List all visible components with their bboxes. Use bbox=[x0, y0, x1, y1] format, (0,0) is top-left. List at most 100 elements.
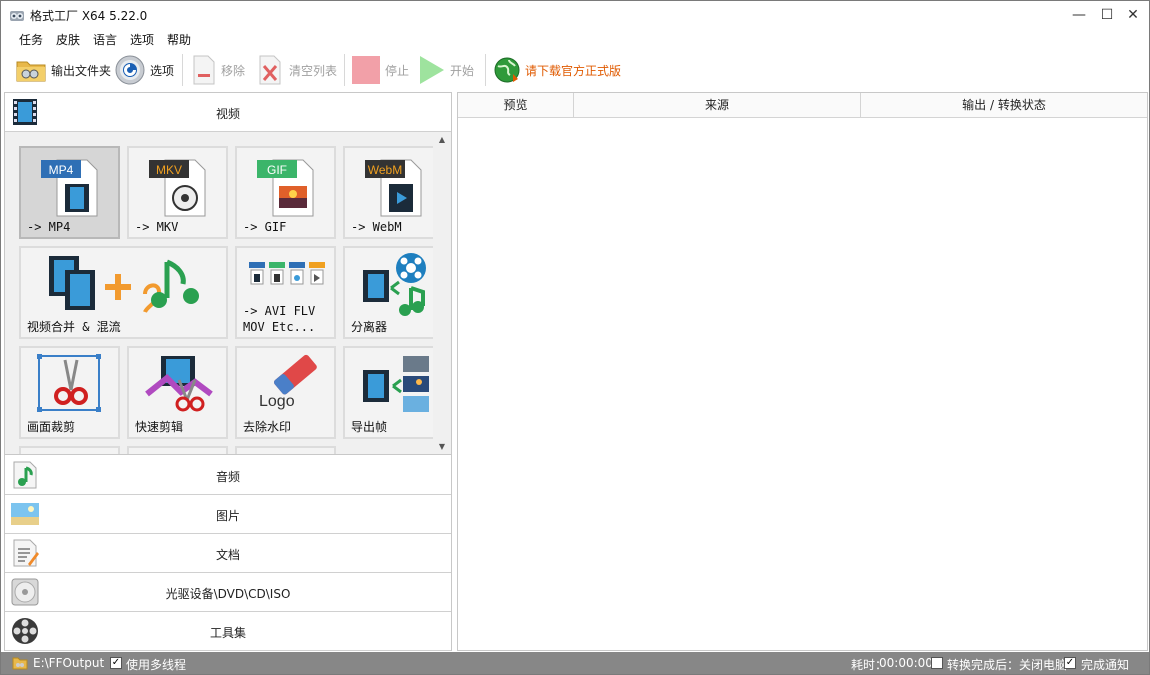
toolbar-separator bbox=[182, 54, 183, 86]
toolbar-separator bbox=[485, 54, 486, 86]
output-folder-label: 输出文件夹 bbox=[51, 63, 112, 78]
multithread-label: 使用多线程 bbox=[126, 658, 187, 672]
minimize-button[interactable]: — bbox=[1065, 1, 1093, 29]
category-tools-label: 工具集 bbox=[209, 626, 246, 640]
category-image[interactable]: 图片 bbox=[5, 495, 451, 534]
tile-export-frames[interactable]: 导出帧 bbox=[343, 346, 435, 439]
tile-remove-watermark-label: 去除水印 bbox=[243, 420, 292, 434]
category-panel: 视频 MP4 -> MP4 MKV -> MKV GIF -> GIF WebM… bbox=[4, 92, 452, 651]
mp4-file-icon: MP4 bbox=[41, 159, 98, 217]
crop-scissors-icon bbox=[37, 354, 101, 412]
category-image-label: 图片 bbox=[215, 509, 240, 523]
category-audio-label: 音频 bbox=[215, 470, 240, 484]
gif-file-icon: GIF bbox=[257, 159, 314, 217]
column-output-status[interactable]: 输出 / 转换状态 bbox=[861, 93, 1147, 117]
menu-language[interactable]: 语言 bbox=[93, 31, 117, 48]
tile-splitter-label: 分离器 bbox=[351, 320, 388, 334]
tile-quick-cut-label: 快速剪辑 bbox=[135, 420, 184, 434]
stop-button[interactable]: 停止 bbox=[351, 54, 409, 86]
tile-crop[interactable]: 画面裁剪 bbox=[19, 346, 120, 439]
tile-to-avi-flv-mov[interactable]: -> AVI FLV MOV Etc... bbox=[235, 246, 336, 339]
clear-list-button[interactable]: 清空列表 bbox=[257, 54, 337, 86]
column-preview[interactable]: 预览 bbox=[458, 93, 574, 117]
tile-remove-watermark[interactable]: Logo 去除水印 bbox=[235, 346, 336, 439]
app-logo-icon bbox=[10, 11, 24, 21]
logo-art-text: Logo bbox=[259, 393, 295, 410]
mkv-file-icon: MKV bbox=[149, 159, 206, 217]
window-title: 格式工厂 X64 5.22.0 bbox=[30, 9, 148, 23]
play-icon bbox=[420, 56, 444, 84]
quick-cut-icon bbox=[145, 356, 213, 412]
tile-to-gif-label: -> GIF bbox=[243, 220, 287, 234]
menu-skin[interactable]: 皮肤 bbox=[56, 31, 80, 48]
tile-next-row[interactable] bbox=[127, 446, 228, 454]
menu-options[interactable]: 选项 bbox=[130, 31, 154, 48]
category-tools[interactable]: 工具集 bbox=[5, 612, 451, 651]
multithread-checkbox[interactable]: ✓ bbox=[110, 657, 122, 669]
scroll-down-icon[interactable]: ▼ bbox=[433, 439, 451, 454]
scrollbar-thumb[interactable] bbox=[435, 150, 449, 437]
vertical-scrollbar[interactable]: ▲ ▼ bbox=[433, 132, 451, 454]
toolbar-separator bbox=[344, 54, 345, 86]
download-official-label: 请下载官方正式版 bbox=[525, 63, 622, 78]
globe-icon bbox=[494, 57, 520, 83]
menu-bar: 任务 皮肤 语言 选项 帮助 bbox=[1, 29, 1149, 49]
app-window: 格式工厂 X64 5.22.0 — ☐ ✕ 任务 皮肤 语言 选项 帮助 输出文… bbox=[0, 0, 1150, 675]
category-document[interactable]: 文档 bbox=[5, 534, 451, 573]
tile-to-webm[interactable]: WebM -> WebM bbox=[343, 146, 435, 239]
tile-to-mkv[interactable]: MKV -> MKV bbox=[127, 146, 228, 239]
tile-video-merge[interactable]: 视频合并 & 混流 bbox=[19, 246, 228, 339]
menu-help[interactable]: 帮助 bbox=[167, 31, 191, 48]
folder-icon bbox=[16, 61, 46, 82]
tile-next-row[interactable] bbox=[19, 446, 120, 454]
elapsed-time: 00:00:00 bbox=[879, 656, 933, 670]
clear-list-label: 清空列表 bbox=[289, 63, 338, 78]
tile-quick-cut[interactable]: 快速剪辑 bbox=[127, 346, 228, 439]
output-folder-button[interactable]: 输出文件夹 bbox=[15, 54, 111, 86]
stop-icon bbox=[352, 56, 380, 84]
close-button[interactable]: ✕ bbox=[1119, 1, 1147, 29]
splitter-icon bbox=[363, 253, 426, 316]
maximize-button[interactable]: ☐ bbox=[1093, 1, 1121, 29]
category-video-label: 视频 bbox=[215, 107, 240, 121]
tile-splitter[interactable]: 分离器 bbox=[343, 246, 435, 339]
gear-icon bbox=[115, 55, 145, 85]
tile-crop-label: 画面裁剪 bbox=[27, 420, 76, 434]
tile-to-mkv-label: -> MKV bbox=[135, 220, 179, 234]
category-disc-label: 光驱设备\DVD\CD\ISO bbox=[165, 587, 291, 601]
tile-to-mp4-label: -> MP4 bbox=[27, 220, 71, 234]
category-video[interactable]: 视频 bbox=[5, 93, 451, 132]
video-tools-grid: MP4 -> MP4 MKV -> MKV GIF -> GIF WebM ->… bbox=[5, 132, 451, 455]
remove-label: 移除 bbox=[221, 63, 246, 78]
options-label: 选项 bbox=[150, 63, 175, 78]
folder-icon[interactable] bbox=[12, 656, 28, 670]
category-document-label: 文档 bbox=[215, 548, 240, 562]
column-source[interactable]: 来源 bbox=[574, 93, 861, 117]
after-done-checkbox[interactable] bbox=[931, 657, 943, 669]
menu-task[interactable]: 任务 bbox=[19, 31, 43, 48]
tile-to-gif[interactable]: GIF -> GIF bbox=[235, 146, 336, 239]
download-official-button[interactable]: 请下载官方正式版 bbox=[493, 54, 621, 86]
tile-video-merge-label: 视频合并 & 混流 bbox=[27, 320, 121, 334]
mkv-badge-text: MKV bbox=[156, 163, 182, 177]
task-list-header: 预览 来源 输出 / 转换状态 bbox=[458, 93, 1147, 118]
notify-label: 完成通知 bbox=[1081, 658, 1130, 672]
start-button[interactable]: 开始 bbox=[418, 54, 474, 86]
options-button[interactable]: 选项 bbox=[114, 54, 174, 86]
tile-next-row[interactable] bbox=[235, 446, 336, 454]
clear-list-icon bbox=[259, 55, 281, 85]
multi-format-icon bbox=[249, 262, 325, 285]
stop-label: 停止 bbox=[385, 63, 410, 78]
category-disc[interactable]: 光驱设备\DVD\CD\ISO bbox=[5, 573, 451, 612]
title-bar: 格式工厂 X64 5.22.0 — ☐ ✕ bbox=[1, 1, 1149, 29]
webm-file-icon: WebM bbox=[365, 159, 422, 217]
output-path[interactable]: E:\FFOutput bbox=[33, 656, 104, 670]
task-list-panel: 预览 来源 输出 / 转换状态 bbox=[457, 92, 1148, 651]
notify-checkbox[interactable]: ✓ bbox=[1064, 657, 1076, 669]
remove-button[interactable]: 移除 bbox=[191, 54, 245, 86]
category-audio[interactable]: 音频 bbox=[5, 456, 451, 495]
scroll-up-icon[interactable]: ▲ bbox=[433, 132, 451, 148]
merge-icon bbox=[49, 256, 199, 313]
tile-to-mp4[interactable]: MP4 -> MP4 bbox=[19, 146, 120, 239]
mp4-badge-text: MP4 bbox=[49, 163, 74, 177]
